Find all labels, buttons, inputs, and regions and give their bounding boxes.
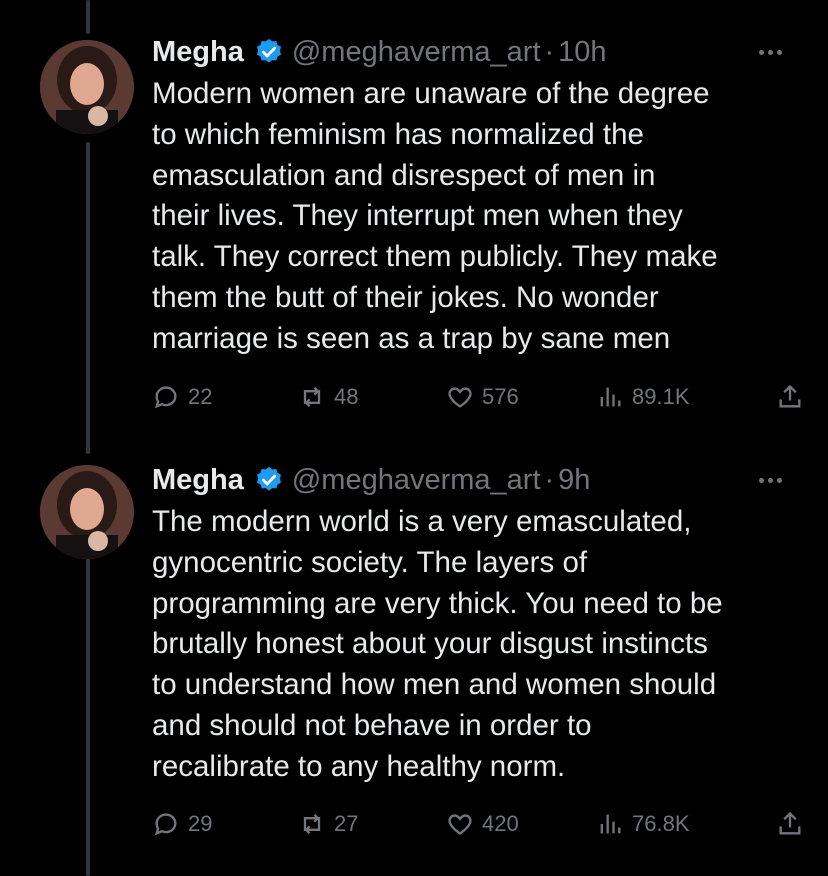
reply-count: 22 <box>188 384 213 409</box>
verified-badge-icon <box>254 37 284 67</box>
repost-button[interactable]: 27 <box>298 804 358 844</box>
repost-count: 27 <box>334 811 359 836</box>
heart-icon <box>448 387 472 408</box>
tweet-actions: 29 27 420 76.8K <box>152 804 801 844</box>
tweet[interactable]: Megha @meghaverma_art · 9h The modern wo… <box>0 440 828 876</box>
reply-button[interactable]: 22 <box>152 377 212 417</box>
tweet-actions: 22 48 576 89.1K <box>152 377 801 417</box>
more-icon[interactable] <box>759 30 782 74</box>
repost-count: 48 <box>334 384 359 409</box>
timestamp[interactable]: 10h <box>558 36 606 69</box>
more-icon[interactable] <box>759 458 782 502</box>
verified-badge-icon <box>254 465 284 495</box>
reply-icon <box>154 813 177 836</box>
avatar[interactable] <box>40 465 134 559</box>
share-icon <box>779 811 801 835</box>
views-count: 76.8K <box>632 811 690 836</box>
user-handle[interactable]: @meghaverma_art <box>292 464 541 497</box>
share-button[interactable] <box>776 377 804 417</box>
repost-button[interactable]: 48 <box>298 377 358 417</box>
timestamp[interactable]: 9h <box>558 464 590 497</box>
reply-icon <box>154 386 177 409</box>
avatar[interactable] <box>40 40 134 134</box>
share-button[interactable] <box>776 804 804 844</box>
views-button[interactable]: 89.1K <box>596 377 690 417</box>
tweet-header: Megha @meghaverma_art · 9h <box>152 458 798 502</box>
like-button[interactable]: 420 <box>446 804 519 844</box>
separator: · <box>544 35 555 68</box>
views-icon <box>600 814 621 834</box>
share-icon <box>779 384 801 408</box>
repost-icon <box>303 813 321 835</box>
tweet[interactable]: Megha @meghaverma_art · 10h Modern women… <box>0 0 828 440</box>
views-button[interactable]: 76.8K <box>596 804 690 844</box>
user-handle[interactable]: @meghaverma_art <box>292 36 541 69</box>
reply-button[interactable]: 29 <box>152 804 212 844</box>
like-count: 576 <box>482 384 519 409</box>
separator: · <box>544 463 555 496</box>
like-button[interactable]: 576 <box>446 377 519 417</box>
like-count: 420 <box>482 811 519 836</box>
views-icon <box>600 387 621 407</box>
tweet-text: The modern world is a very emasculated, … <box>152 505 723 783</box>
heart-icon <box>448 814 472 835</box>
display-name[interactable]: Megha <box>152 464 244 497</box>
repost-icon <box>303 386 321 408</box>
display-name[interactable]: Megha <box>152 36 244 69</box>
tweet-header: Megha @meghaverma_art · 10h <box>152 30 798 74</box>
tweet-text: Modern women are unaware of the degree t… <box>152 77 718 355</box>
reply-count: 29 <box>188 811 213 836</box>
views-count: 89.1K <box>632 384 690 409</box>
